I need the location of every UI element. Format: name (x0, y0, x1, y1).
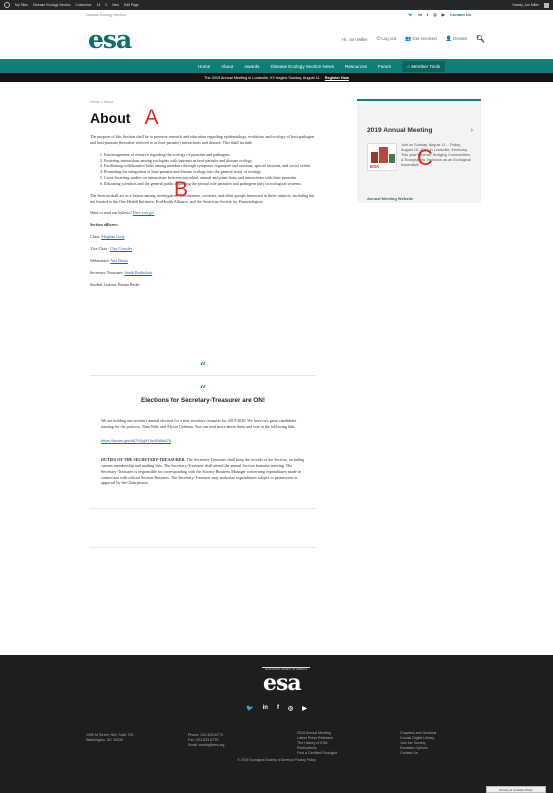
list-item: Educating scientists and the general pub… (104, 181, 316, 187)
card-title: Elections for Secretary-Treasurer are ON… (141, 397, 265, 404)
adminbar-new[interactable]: New (112, 3, 119, 7)
site-header: esa Hi, Jon Miller ⏻Log out 👥Get involve… (0, 19, 553, 59)
nav-about[interactable]: About (221, 64, 233, 69)
widget-title[interactable]: 2019 Annual Meeting (367, 127, 432, 134)
register-now-link[interactable]: Register Now (325, 76, 349, 80)
privacy-link[interactable]: Privacy Policy (295, 758, 316, 762)
site-footer: ECOLOGICAL SOCIETY OF AMERICA esa 🐦 in f… (0, 655, 553, 793)
officer-link[interactable]: Meghan Cook (101, 234, 124, 239)
quote-divider: “ (90, 361, 316, 376)
bylaws-line: Want to read our bylaws? Here you go! (90, 210, 155, 216)
adminbar-updates[interactable]: 13 (97, 3, 101, 7)
officer-chair: Chair: Meghan Cook (90, 234, 125, 240)
main-content: Home > About About A The purpose of this… (90, 100, 316, 288)
footer-links-1: 2019 Annual Meeting Latest Press Release… (297, 731, 337, 756)
linkedin-icon[interactable]: in (263, 705, 268, 712)
quote-icon: “ (199, 383, 207, 396)
page-title: About (90, 109, 131, 126)
wp-admin-bar: My Sites Disease Ecology Section Customi… (0, 0, 553, 10)
footer-logo[interactable]: esa (263, 670, 302, 696)
chevron-right-icon[interactable]: › (471, 127, 473, 134)
donate-icon: 👤 (445, 36, 452, 42)
people-icon: 👥 (405, 36, 412, 42)
nav-resources[interactable]: Resources (345, 64, 367, 69)
divider (90, 375, 316, 376)
nav-home[interactable]: Home (198, 64, 210, 69)
footer-copyright: © 2019 Ecological Society of America Pri… (237, 758, 316, 762)
instagram-icon[interactable]: ◎ (288, 705, 293, 712)
utility-row: Disease Ecology Section 🐦 in f ◎ ▶ Conta… (0, 10, 553, 19)
wordpress-icon[interactable] (4, 2, 10, 8)
main-nav: Home About Awards Disease Ecology Sectio… (0, 59, 553, 73)
card-paragraph: We are holding our section's annual elec… (101, 418, 297, 429)
avatar[interactable] (544, 2, 549, 8)
list-item: Cross-fostering studies on interactions … (104, 175, 316, 181)
divider (90, 508, 316, 510)
search-icon[interactable]: 🔍︎ (476, 35, 485, 43)
youtube-icon[interactable]: ▶ (302, 705, 307, 712)
officers-heading: Section officers: (90, 222, 119, 228)
annotation-marker-b: B (174, 178, 189, 201)
donate-link[interactable]: 👤Donate (446, 36, 467, 42)
objectives-list: Encouragement of research regarding the … (104, 152, 316, 187)
meeting-website-link[interactable]: Annual Meeting Website (367, 196, 413, 201)
twitter-icon[interactable]: 🐦 (246, 705, 253, 712)
adminbar-my-sites[interactable]: My Sites (15, 3, 28, 7)
esa-logo[interactable]: esa (88, 25, 132, 54)
annotation-marker-a: A (144, 106, 159, 129)
duties-paragraph: DUTIES OF THE SECRETARY-TREASURER. The S… (101, 456, 305, 486)
officer-webmaster: Webmaster: Ana Bento (90, 258, 128, 264)
nav-forum[interactable]: Forum (378, 64, 391, 69)
student-liaison: Student Liaison: Briana Betke (90, 281, 140, 287)
contact-link[interactable]: Contact Us (450, 12, 471, 17)
footer-links-2: Chapters and Sections Crucial Digital Li… (400, 731, 436, 756)
adminbar-edit-page[interactable]: Edit Page (124, 3, 139, 7)
liaison-paragraph: The Section shall act as a liaison among… (90, 192, 315, 204)
bylaws-link[interactable]: Here you go! (133, 210, 155, 215)
election-form-link[interactable]: https://forms.gle/b879Zyj9Y5z49Wd876 (101, 438, 305, 443)
divider (90, 547, 316, 549)
footer-contact: Phone: 202-833-8773 Fax: 202-833-8775 Em… (188, 733, 225, 747)
breadcrumb[interactable]: Home > About (90, 100, 316, 104)
power-icon: ⏻ (376, 36, 381, 42)
youtube-icon[interactable]: ▶ (442, 12, 445, 17)
instagram-icon[interactable]: ◎ (433, 12, 437, 17)
widget-text: Join us Sunday, August 11 – Friday, Augu… (401, 143, 471, 167)
footer-address: 1990 M Street, NW, Suite 700 Washington,… (86, 733, 134, 742)
user-greeting[interactable]: Hi, Jon Miller (342, 37, 367, 42)
announcement-bar: The 2019 Annual Meeting in Louisville, K… (0, 73, 553, 82)
annotation-marker-c: C (417, 145, 433, 170)
adminbar-user[interactable]: Howdy, Jon Miller (512, 3, 539, 7)
meeting-thumbnail[interactable]: ESA (367, 143, 397, 171)
election-card: “ Elections for Secretary-Treasurer are … (90, 383, 316, 549)
adminbar-comments[interactable]: 0 (105, 3, 107, 7)
officer-link[interactable]: Ana Bento (110, 258, 128, 263)
twitter-icon[interactable]: 🐦 (408, 12, 413, 17)
footer-link[interactable]: Find a Certified Ecologist (297, 751, 337, 756)
nav-member-tools[interactable]: ⌂ Member Tools (402, 60, 446, 72)
adminbar-customize[interactable]: Customize (76, 3, 92, 7)
nav-awards[interactable]: Awards (244, 64, 259, 69)
nav-news[interactable]: Disease Ecology Section News (270, 64, 334, 69)
facebook-icon[interactable]: f (427, 12, 428, 17)
officer-link[interactable]: Sarah Budischak (125, 270, 153, 275)
linkedin-icon[interactable]: in (418, 12, 422, 17)
get-involved-link[interactable]: 👥Get involved (405, 36, 437, 42)
site-name[interactable]: Disease Ecology Section (86, 13, 126, 17)
footer-social: 🐦 in f ◎ ▶ (0, 705, 553, 712)
officer-link[interactable]: Clay Cressler (110, 246, 132, 251)
annual-meeting-widget: 2019 Annual Meeting › ESA Join us Sunday… (357, 99, 481, 203)
intro-paragraph: The purpose of this Section shall be to … (90, 134, 315, 145)
quote-icon: “ (199, 360, 207, 373)
facebook-icon[interactable]: f (277, 705, 279, 712)
cookie-policy-button[interactable]: Privacy & Cookies Policy (486, 786, 546, 793)
officer-secretary: Secretary-Treasurer: Sarah Budischak (90, 269, 153, 275)
logout-link[interactable]: ⏻Log out (376, 36, 396, 42)
footer-link[interactable]: Contact Us (400, 751, 436, 756)
officer-vice-chair: Vice Chair: Clay Cressler (90, 246, 132, 252)
announcement-text: The 2019 Annual Meeting in Louisville, K… (204, 75, 321, 80)
adminbar-site[interactable]: Disease Ecology Section (33, 3, 71, 7)
